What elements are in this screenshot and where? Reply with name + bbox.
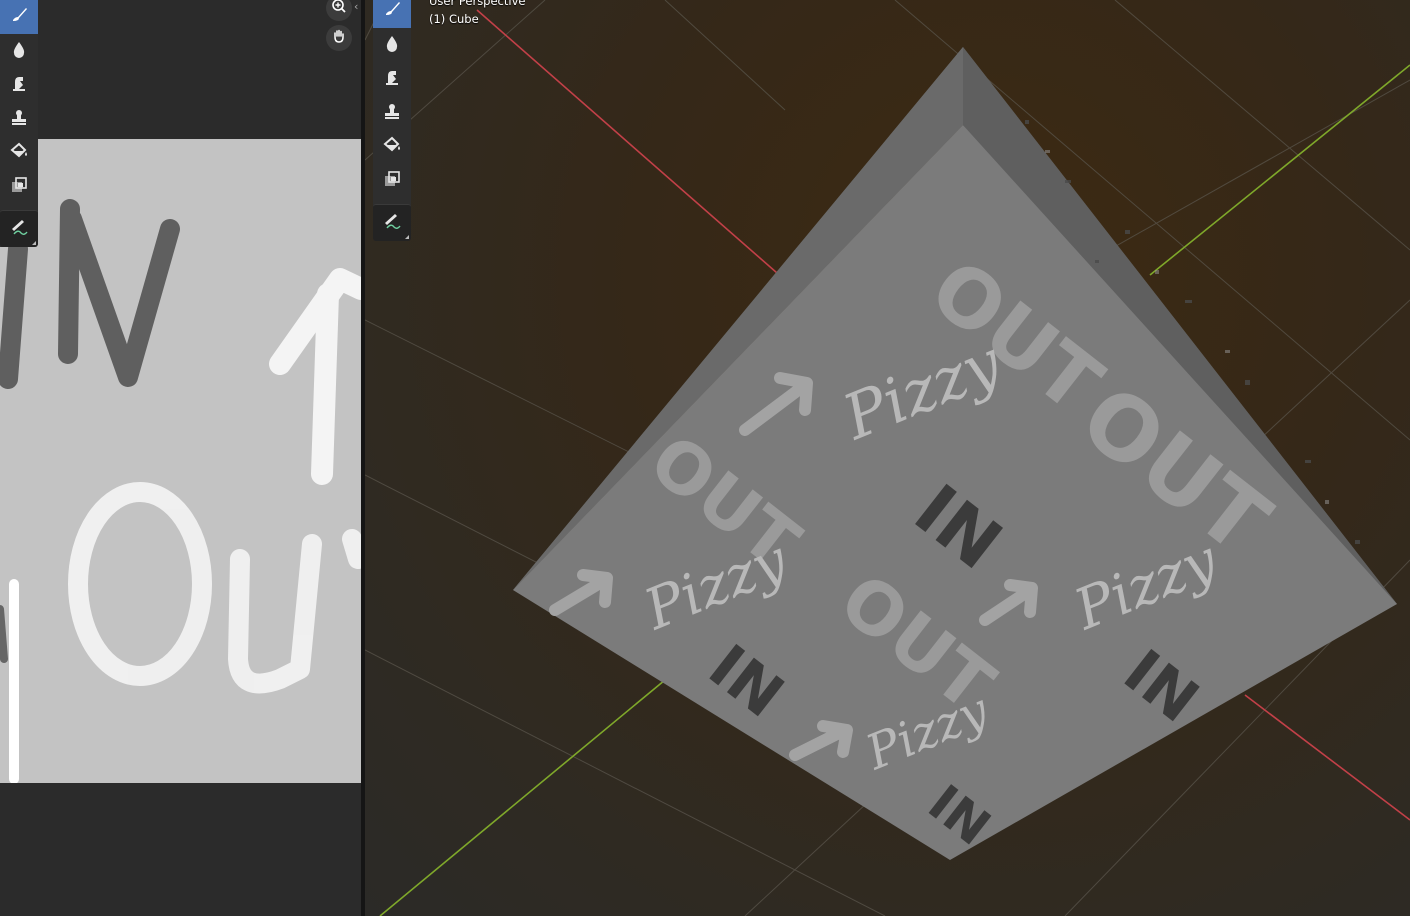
sidebar-toggle-icon[interactable]: ‹ <box>354 0 358 13</box>
blur-tool-icon <box>9 39 29 63</box>
fill-tool-icon <box>9 141 29 165</box>
vp-mask-tool[interactable] <box>373 164 411 198</box>
vp-fill-tool[interactable] <box>373 130 411 164</box>
vp-annotate-tool[interactable] <box>373 204 411 241</box>
clone-tool[interactable] <box>0 102 38 136</box>
brush-tool-icon <box>382 0 402 23</box>
texture-canvas[interactable]: IN <box>0 139 361 783</box>
vp-blur-tool[interactable] <box>373 28 411 62</box>
vp-clone-tool[interactable] <box>373 96 411 130</box>
annotate-tool-icon <box>382 211 402 235</box>
vp-brush-tool[interactable] <box>373 0 411 28</box>
pan-button[interactable] <box>326 25 352 51</box>
image-editor-toolbar <box>0 0 38 247</box>
smear-tool-icon <box>9 73 29 97</box>
fill-tool-icon <box>382 135 402 159</box>
mask-tool-icon <box>9 175 29 199</box>
image-editor-area[interactable]: IN <box>0 0 361 916</box>
clone-tool-icon <box>9 107 29 131</box>
mask-tool[interactable] <box>0 170 38 204</box>
clone-tool-icon <box>382 101 402 125</box>
active-object-label: (1) Cube <box>429 12 479 26</box>
vp-smear-tool[interactable] <box>373 62 411 96</box>
smear-tool[interactable] <box>0 68 38 102</box>
blur-tool[interactable] <box>0 34 38 68</box>
brush-tool-icon <box>9 5 29 29</box>
cube-object: OUT OUT OUT OUT IN IN IN IN Pizzy Pizzy … <box>513 47 1397 860</box>
mask-tool-icon <box>382 169 402 193</box>
fill-tool[interactable] <box>0 136 38 170</box>
blur-tool-icon <box>382 33 402 57</box>
pan-hand-icon <box>331 28 347 48</box>
smear-tool-icon <box>382 67 402 91</box>
annotate-tool[interactable] <box>0 210 38 247</box>
viewport-toolbar <box>373 0 411 241</box>
zoom-button[interactable] <box>326 0 352 21</box>
brush-tool[interactable] <box>0 0 38 34</box>
annotate-tool-icon <box>9 217 29 241</box>
3d-viewport[interactable]: OUT OUT OUT OUT IN IN IN IN Pizzy Pizzy … <box>365 0 1410 916</box>
zoom-icon <box>331 0 347 18</box>
view-name-label: User Perspective <box>429 0 526 8</box>
